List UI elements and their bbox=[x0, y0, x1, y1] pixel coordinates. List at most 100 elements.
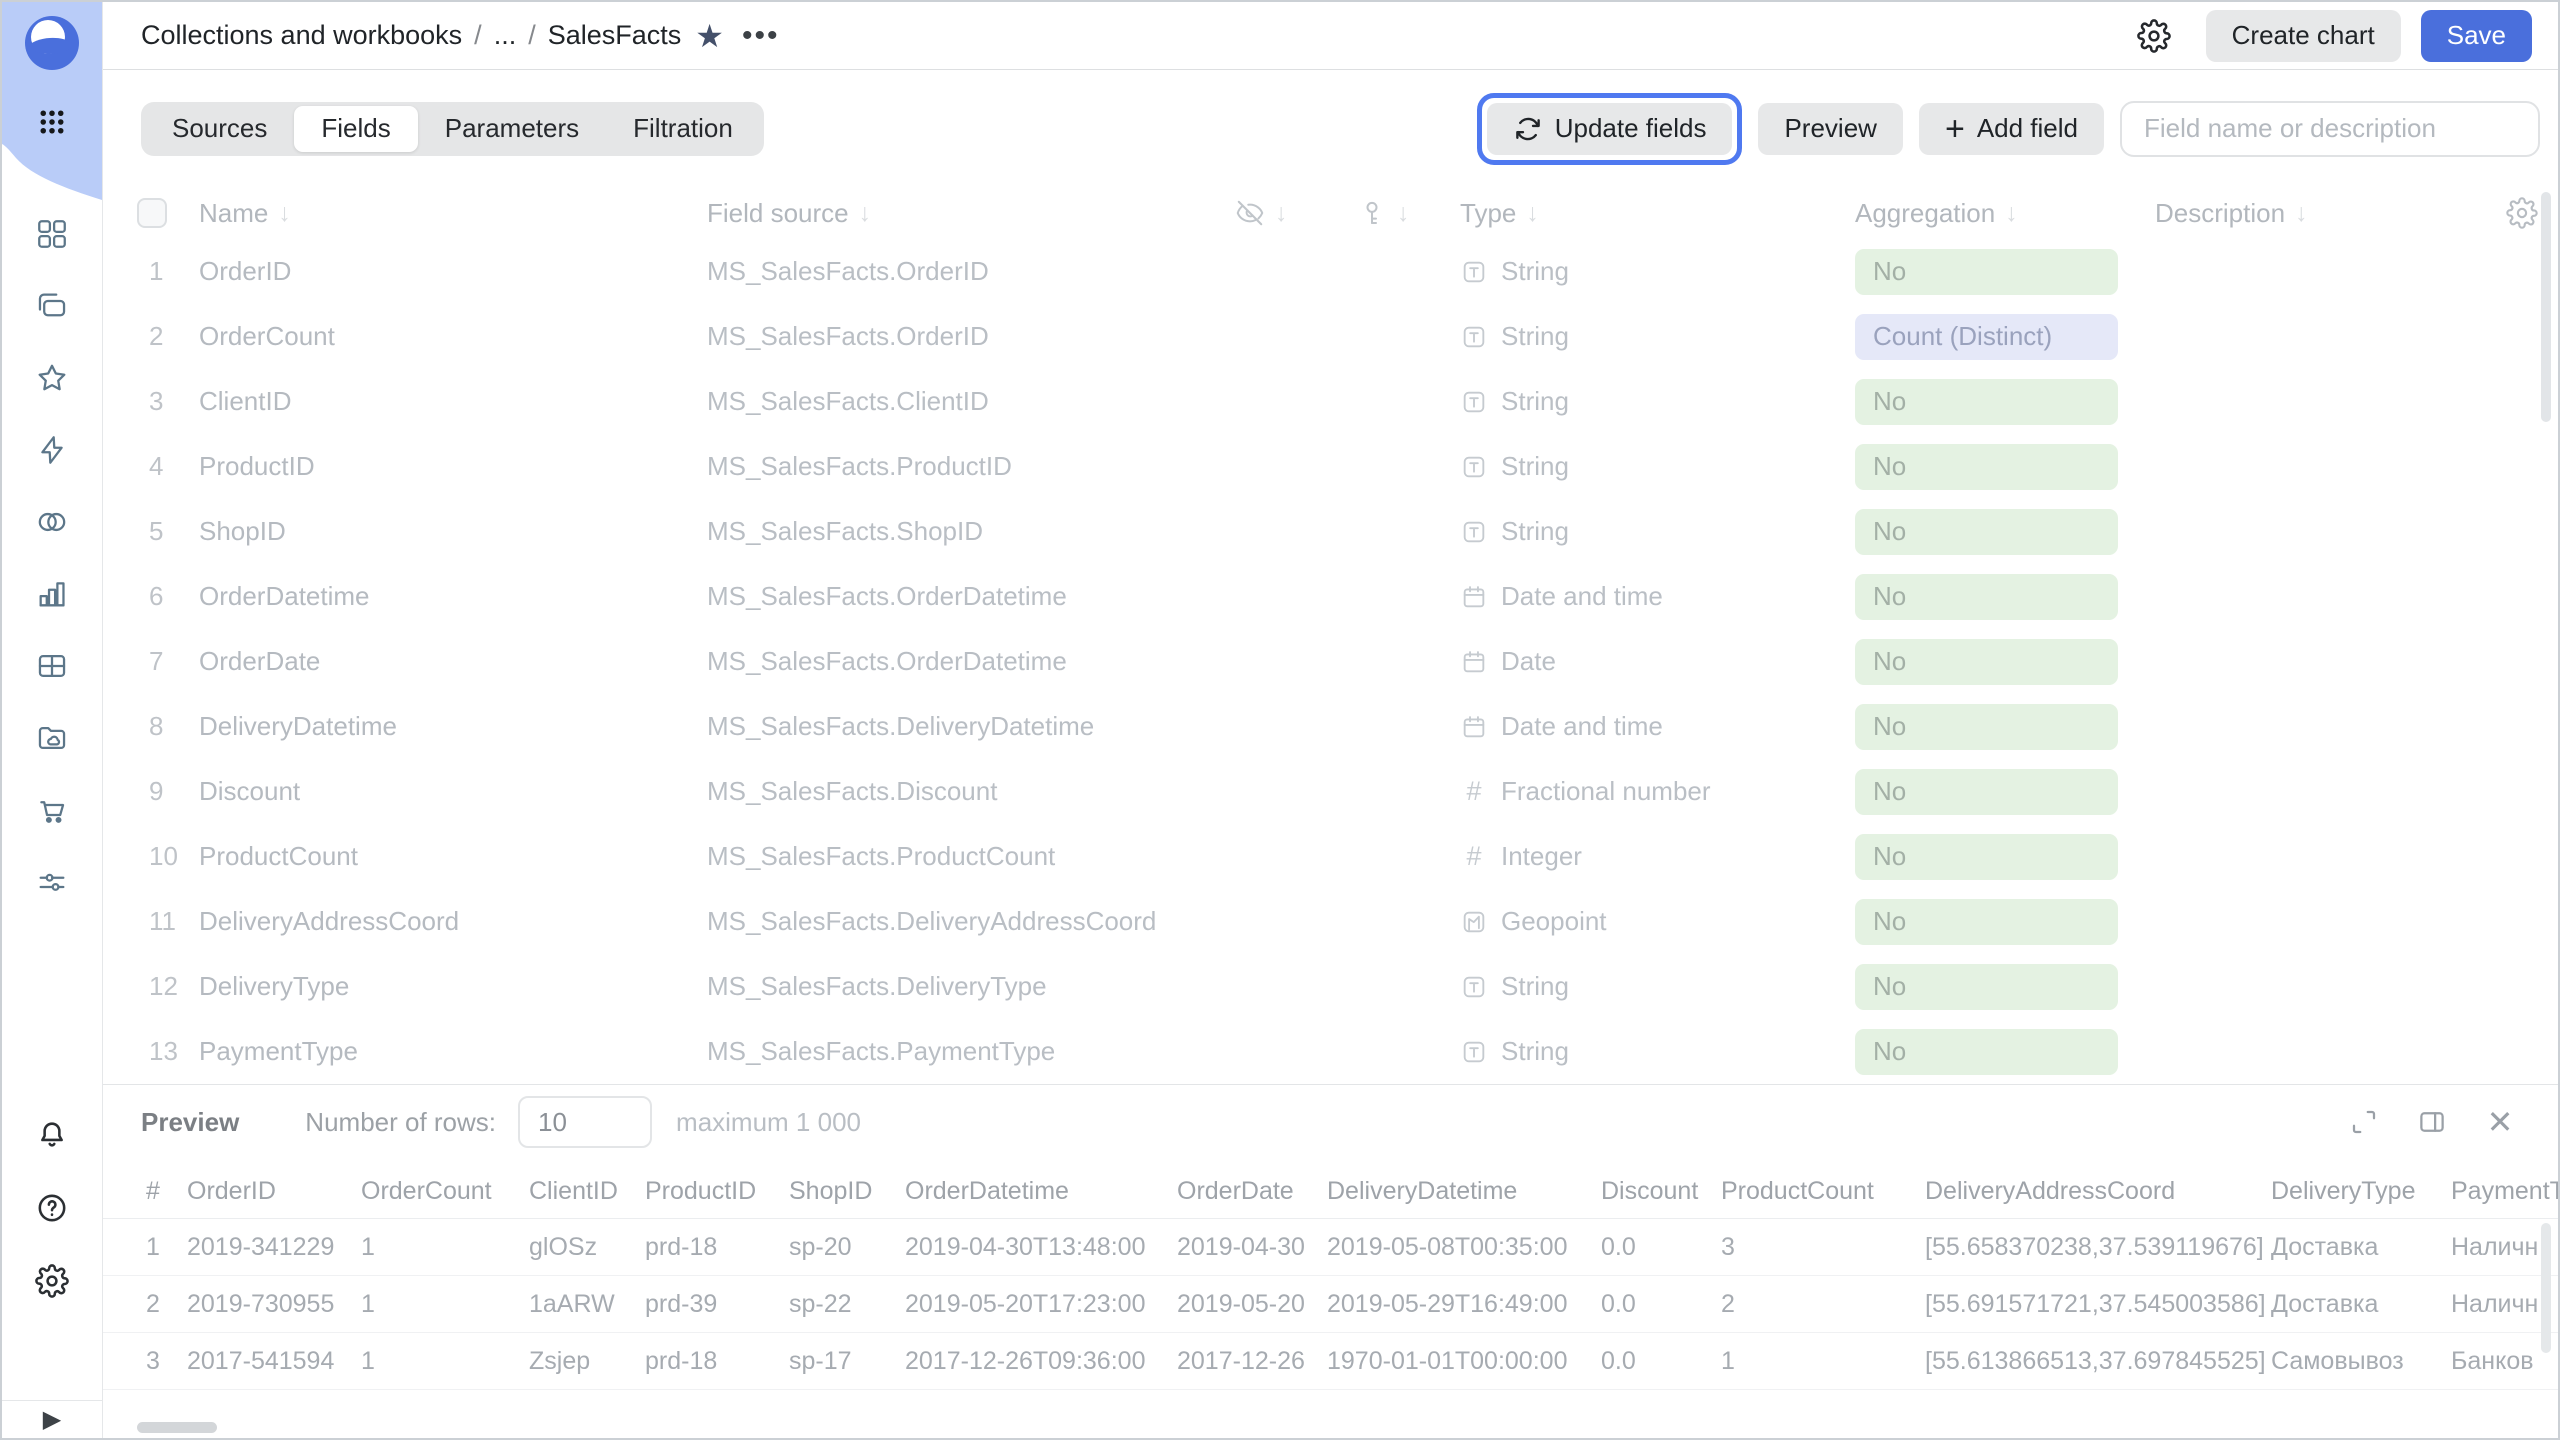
preview-column-header: OrderDatetime bbox=[905, 1177, 1177, 1206]
field-aggregation-cell: No bbox=[1855, 769, 2155, 815]
string-type-icon bbox=[1460, 1038, 1488, 1066]
preview-horizontal-scrollbar[interactable] bbox=[137, 1422, 217, 1433]
update-fields-button[interactable]: Update fields bbox=[1487, 103, 1733, 155]
expand-sidebar-icon[interactable]: ▶ bbox=[43, 1408, 61, 1432]
field-row[interactable]: 10ProductCountMS_SalesFacts.ProductCount… bbox=[137, 824, 2558, 889]
preview-cell: [55.613866513,37.697845525] bbox=[1925, 1347, 2271, 1376]
field-aggregation-cell: No bbox=[1855, 249, 2155, 295]
preview-vertical-scrollbar[interactable] bbox=[2541, 1223, 2551, 1353]
field-search-input[interactable] bbox=[2120, 101, 2540, 157]
rows-count-label: Number of rows: bbox=[305, 1107, 496, 1138]
lightning-icon[interactable] bbox=[32, 430, 72, 470]
aggregation-select[interactable]: No bbox=[1855, 639, 2118, 685]
field-row[interactable]: 5ShopIDMS_SalesFacts.ShopIDStringNo bbox=[137, 499, 2558, 564]
aggregation-select[interactable]: No bbox=[1855, 899, 2118, 945]
key-icon[interactable] bbox=[1357, 198, 1387, 228]
aggregation-select[interactable]: No bbox=[1855, 769, 2118, 815]
field-type: String bbox=[1460, 256, 1855, 287]
field-row[interactable]: 11DeliveryAddressCoordMS_SalesFacts.Deli… bbox=[137, 889, 2558, 954]
preview-column-header: Discount bbox=[1601, 1177, 1721, 1206]
rows-count-input[interactable] bbox=[518, 1096, 652, 1148]
select-all-checkbox[interactable] bbox=[137, 198, 167, 228]
collections-icon[interactable] bbox=[32, 286, 72, 326]
table-grid-icon[interactable] bbox=[32, 646, 72, 686]
save-button[interactable]: Save bbox=[2421, 10, 2532, 62]
field-row[interactable]: 6OrderDatetimeMS_SalesFacts.OrderDatetim… bbox=[137, 564, 2558, 629]
aggregation-select[interactable]: No bbox=[1855, 964, 2118, 1010]
breadcrumb-root[interactable]: Collections and workbooks bbox=[141, 20, 462, 51]
preview-title: Preview bbox=[141, 1107, 239, 1138]
favorite-star-icon[interactable]: ★ bbox=[695, 20, 724, 52]
column-header-type[interactable]: Type bbox=[1460, 198, 1516, 229]
sort-arrow-icon[interactable]: ↓ bbox=[2295, 199, 2308, 228]
column-header-name[interactable]: Name bbox=[199, 198, 268, 229]
tab-fields[interactable]: Fields bbox=[294, 106, 417, 152]
aggregation-select[interactable]: No bbox=[1855, 249, 2118, 295]
field-row[interactable]: 2OrderCountMS_SalesFacts.OrderIDStringCo… bbox=[137, 304, 2558, 369]
column-header-description[interactable]: Description bbox=[2155, 198, 2285, 229]
hidden-eye-icon[interactable] bbox=[1235, 198, 1265, 228]
field-row[interactable]: 8DeliveryDatetimeMS_SalesFacts.DeliveryD… bbox=[137, 694, 2558, 759]
field-row[interactable]: 4ProductIDMS_SalesFacts.ProductIDStringN… bbox=[137, 434, 2558, 499]
favorites-star-icon[interactable] bbox=[32, 358, 72, 398]
fields-vertical-scrollbar[interactable] bbox=[2541, 192, 2551, 422]
field-row[interactable]: 9DiscountMS_SalesFacts.Discount#Fraction… bbox=[137, 759, 2558, 824]
field-row[interactable]: 1OrderIDMS_SalesFacts.OrderIDStringNo bbox=[137, 239, 2558, 304]
field-type: Date and time bbox=[1460, 581, 1855, 612]
aggregation-select[interactable]: No bbox=[1855, 574, 2118, 620]
datalens-logo[interactable] bbox=[23, 14, 81, 72]
aggregation-select[interactable]: No bbox=[1855, 379, 2118, 425]
bar-chart-icon[interactable] bbox=[32, 574, 72, 614]
aggregation-select[interactable]: No bbox=[1855, 444, 2118, 490]
aggregation-select[interactable]: No bbox=[1855, 834, 2118, 880]
table-settings-gear-icon[interactable] bbox=[2506, 197, 2538, 229]
aggregation-select[interactable]: No bbox=[1855, 509, 2118, 555]
aggregation-select[interactable]: No bbox=[1855, 1029, 2118, 1075]
preview-cell: 1aARW bbox=[529, 1290, 645, 1319]
breadcrumb-ellipsis[interactable]: ... bbox=[494, 20, 517, 51]
app-window: ▶ Collections and workbooks / ... / Sale… bbox=[0, 0, 2560, 1440]
split-view-icon[interactable] bbox=[2416, 1106, 2448, 1138]
preview-cell: Доставка bbox=[2271, 1290, 2451, 1319]
sliders-icon[interactable] bbox=[32, 862, 72, 902]
add-field-button[interactable]: + Add field bbox=[1919, 103, 2104, 155]
field-type-label: Date and time bbox=[1501, 711, 1663, 742]
tab-sources[interactable]: Sources bbox=[145, 106, 294, 152]
sort-arrow-icon[interactable]: ↓ bbox=[1397, 199, 1410, 228]
tab-filtration[interactable]: Filtration bbox=[606, 106, 760, 152]
more-menu-icon[interactable]: ••• bbox=[742, 21, 780, 51]
bell-icon[interactable] bbox=[32, 1115, 72, 1155]
preview-button[interactable]: Preview bbox=[1758, 103, 1902, 155]
sort-arrow-icon[interactable]: ↓ bbox=[1526, 199, 1539, 228]
field-row[interactable]: 7OrderDateMS_SalesFacts.OrderDatetimeDat… bbox=[137, 629, 2558, 694]
column-header-aggregation[interactable]: Aggregation bbox=[1855, 198, 1995, 229]
close-icon[interactable]: ✕ bbox=[2484, 1106, 2516, 1138]
help-icon[interactable] bbox=[32, 1188, 72, 1228]
field-row[interactable]: 12DeliveryTypeMS_SalesFacts.DeliveryType… bbox=[137, 954, 2558, 1019]
field-type-label: Geopoint bbox=[1501, 906, 1607, 937]
sort-arrow-icon[interactable]: ↓ bbox=[2005, 199, 2018, 228]
sort-arrow-icon[interactable]: ↓ bbox=[1275, 199, 1288, 228]
create-chart-button[interactable]: Create chart bbox=[2206, 10, 2401, 62]
grid-squares-icon[interactable] bbox=[32, 214, 72, 254]
sort-arrow-icon[interactable]: ↓ bbox=[859, 199, 872, 228]
folder-cloud-icon[interactable] bbox=[32, 718, 72, 758]
field-row[interactable]: 3ClientIDMS_SalesFacts.ClientIDStringNo bbox=[137, 369, 2558, 434]
sort-arrow-icon[interactable]: ↓ bbox=[278, 199, 291, 228]
column-header-field-source[interactable]: Field source bbox=[707, 198, 849, 229]
apps-grid-icon[interactable] bbox=[34, 104, 70, 140]
field-name: OrderID bbox=[199, 256, 707, 287]
dataset-settings-icon[interactable] bbox=[2136, 18, 2172, 54]
aggregation-select[interactable]: Count (Distinct) bbox=[1855, 314, 2118, 360]
settings-icon[interactable] bbox=[32, 1261, 72, 1301]
field-aggregation-cell: No bbox=[1855, 574, 2155, 620]
linked-circles-icon[interactable] bbox=[32, 502, 72, 542]
aggregation-select[interactable]: No bbox=[1855, 704, 2118, 750]
field-type: String bbox=[1460, 386, 1855, 417]
preview-cell: [55.691571721,37.545003586] bbox=[1925, 1290, 2271, 1319]
expand-icon[interactable] bbox=[2348, 1106, 2380, 1138]
field-row[interactable]: 13PaymentTypeMS_SalesFacts.PaymentTypeSt… bbox=[137, 1019, 2558, 1084]
shopping-cart-icon[interactable] bbox=[32, 790, 72, 830]
tab-parameters[interactable]: Parameters bbox=[418, 106, 606, 152]
field-row-number: 10 bbox=[137, 841, 199, 872]
